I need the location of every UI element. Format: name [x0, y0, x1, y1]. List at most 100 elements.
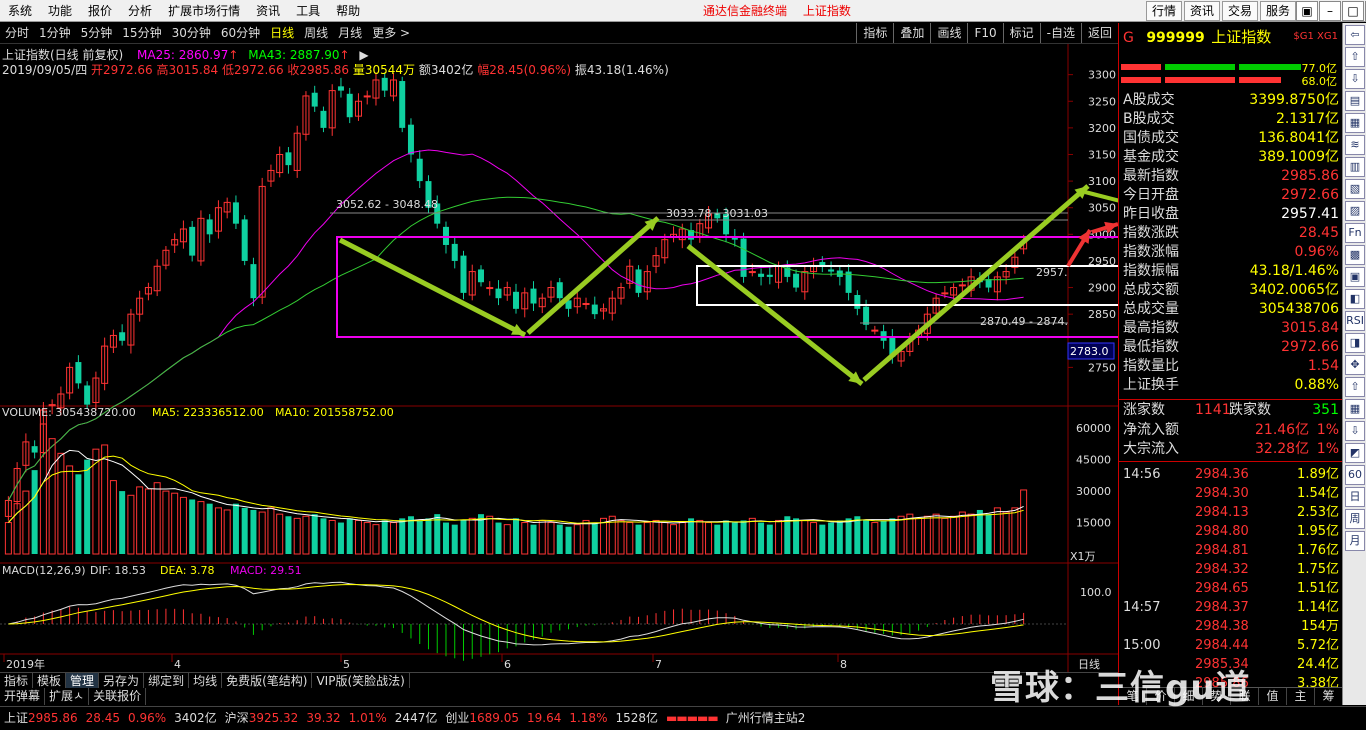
indicator-tab-2[interactable]: 管理 — [66, 672, 100, 689]
sidebar-tool-icon-0[interactable]: ⇦ — [1345, 25, 1365, 45]
sidebar-tool-icon-19[interactable]: ◩ — [1345, 443, 1365, 463]
menu-6[interactable]: 工具 — [288, 0, 328, 22]
indicator-tab-7[interactable]: VIP版(笑脸战法) — [312, 672, 410, 689]
period-tab-5[interactable]: 60分钟 — [216, 23, 265, 43]
extra-tab-0[interactable]: 开弹幕 — [0, 688, 46, 705]
sidebar-tool-icon-20[interactable]: 60 — [1345, 465, 1365, 485]
extra-tab-2[interactable]: 关联报价 — [89, 688, 147, 705]
volume-bar-up — [22, 490, 30, 555]
tool-button-5[interactable]: -自选 — [1039, 23, 1081, 43]
candle-body-down — [880, 331, 887, 341]
sidebar-tool-icon-9[interactable]: Fn — [1345, 223, 1365, 243]
menu-7[interactable]: 帮助 — [328, 0, 368, 22]
volume-bar-up — [582, 519, 590, 555]
sidebar-tool-icon-8[interactable]: ▨ — [1345, 201, 1365, 221]
menu-1[interactable]: 功能 — [40, 0, 80, 22]
status-index-0[interactable]: 上证2985.86 28.45 0.96% 3402亿 — [4, 707, 221, 730]
indicator-tab-4[interactable]: 绑定到 — [144, 672, 190, 689]
quote-row-label: A股成交 — [1123, 92, 1175, 108]
period-tab-6[interactable]: 日线 — [265, 23, 299, 43]
chart-area[interactable]: 3300 3250 3200 3150 3100 3050 3000 2950 2900 2850… — [0, 44, 1322, 672]
quote-tab-5[interactable]: 值 — [1259, 688, 1287, 705]
sidebar-tool-icon-10[interactable]: ▩ — [1345, 245, 1365, 265]
sidebar-tool-icon-16[interactable]: ⇧ — [1345, 377, 1365, 397]
sidebar-tool-icon-23[interactable]: 月 — [1345, 531, 1365, 551]
sidebar-tool-icon-14[interactable]: ◨ — [1345, 333, 1365, 353]
period-tab-3[interactable]: 15分钟 — [117, 23, 166, 43]
sidebar-tool-icon-22[interactable]: 周 — [1345, 509, 1365, 529]
price-axis-label: 3100 — [1088, 175, 1116, 188]
candle-body-up — [871, 329, 879, 332]
menu-2[interactable]: 报价 — [80, 0, 120, 22]
sidebar-tool-icon-4[interactable]: ▦ — [1345, 113, 1365, 133]
period-tab-0[interactable]: 分时 — [0, 23, 34, 43]
quote-row: 国债成交 136.8041亿 — [1121, 129, 1341, 148]
quote-row-label: 昨日收盘 — [1123, 206, 1179, 222]
candle-body-up — [941, 292, 949, 295]
sidebar-tool-icon-18[interactable]: ⇩ — [1345, 421, 1365, 441]
sidebar-tool-icon-5[interactable]: ≋ — [1345, 135, 1365, 155]
indicator-tab-0[interactable]: 指标 — [0, 672, 34, 689]
volume-bar-up — [661, 522, 669, 555]
candle-body-down — [407, 124, 414, 155]
sidebar-tool-icon-7[interactable]: ▧ — [1345, 179, 1365, 199]
menu-4[interactable]: 扩展市场行情 — [160, 0, 248, 22]
status-server[interactable]: 广州行情主站2 — [726, 707, 806, 730]
sidebar-tool-icon-11[interactable]: ▣ — [1345, 267, 1365, 287]
sidebar-tool-icon-12[interactable]: ◧ — [1345, 289, 1365, 309]
top-button-3[interactable]: 服务 — [1260, 1, 1297, 21]
flow-label: 净流入额 — [1123, 422, 1179, 438]
indicator-tab-1[interactable]: 模板 — [33, 672, 67, 689]
tick-price: 2984.36 — [1195, 467, 1249, 482]
status-index-2[interactable]: 创业1689.05 19.64 1.18% 1528亿 — [445, 707, 662, 730]
period-tab-7[interactable]: 周线 — [299, 23, 333, 43]
top-button-2[interactable]: 交易 — [1222, 1, 1259, 21]
tool-button-1[interactable]: 叠加 — [893, 23, 930, 43]
quote-tab-6[interactable]: 主 — [1287, 688, 1315, 705]
status-value: 1689.05 — [469, 710, 519, 725]
tool-button-0[interactable]: 指标 — [856, 23, 893, 43]
sidebar-tool-icon-2[interactable]: ⇩ — [1345, 69, 1365, 89]
tool-button-6[interactable]: 返回 — [1080, 23, 1118, 43]
more-ma[interactable]: ▶ — [359, 48, 368, 62]
menu-3[interactable]: 分析 — [120, 0, 160, 22]
tool-button-3[interactable]: F10 — [967, 23, 1002, 43]
quote-tab-7[interactable]: 筹 — [1315, 688, 1343, 705]
tick-price: 2984.38 — [1195, 619, 1249, 634]
sidebar-tool-icon-13[interactable]: RSI — [1345, 311, 1365, 331]
minimize-icon[interactable]: – — [1319, 1, 1341, 21]
period-tab-1[interactable]: 1分钟 — [34, 23, 76, 43]
candle-body-up — [748, 271, 756, 274]
indicator-tab-5[interactable]: 均线 — [189, 672, 223, 689]
top-button-1[interactable]: 资讯 — [1184, 1, 1221, 21]
indicator-tab-6[interactable]: 免费版(笔结构) — [222, 672, 313, 689]
tool-button-4[interactable]: 标记 — [1002, 23, 1040, 43]
extra-tab-1[interactable]: 扩展ㅅ — [45, 688, 90, 705]
period-tab-4[interactable]: 30分钟 — [167, 23, 216, 43]
ma43-line — [7, 196, 1024, 501]
menu-0[interactable]: 系统 — [0, 0, 40, 22]
sidebar-tool-icon-3[interactable]: ▤ — [1345, 91, 1365, 111]
top-button-0[interactable]: 行情 — [1146, 1, 1183, 21]
volume-bar-up — [573, 524, 581, 555]
kline-chart[interactable]: 3300325032003150310030503000295029002850… — [0, 44, 1322, 672]
period-tab-2[interactable]: 5分钟 — [76, 23, 118, 43]
indicator-tab-3[interactable]: 另存为 — [99, 672, 145, 689]
volume-bar-up — [678, 522, 686, 555]
period-tab-9[interactable]: 更多 > — [367, 23, 415, 43]
status-amount: 2447亿 — [394, 710, 438, 725]
sidebar-tool-icon-1[interactable]: ⇧ — [1345, 47, 1365, 67]
sidebar-tool-icon-6[interactable]: ▥ — [1345, 157, 1365, 177]
sidebar-tool-icon-21[interactable]: 日 — [1345, 487, 1365, 507]
quote-row-label: 上证换手 — [1123, 377, 1179, 393]
sidebar-tool-icon-15[interactable]: ✥ — [1345, 355, 1365, 375]
restore-icon[interactable]: ▣ — [1296, 1, 1318, 21]
menu-5[interactable]: 资讯 — [248, 0, 288, 22]
sidebar-tool-icon-17[interactable]: ▦ — [1345, 399, 1365, 419]
maximize-icon[interactable]: □ — [1342, 1, 1364, 21]
period-tab-8[interactable]: 月线 — [333, 23, 367, 43]
tool-button-2[interactable]: 画线 — [930, 23, 967, 43]
status-index-1[interactable]: 沪深3925.32 39.32 1.01% 2447亿 — [225, 707, 442, 730]
security-title: 上证指数 — [802, 4, 851, 18]
volume-bar-down — [556, 524, 563, 554]
